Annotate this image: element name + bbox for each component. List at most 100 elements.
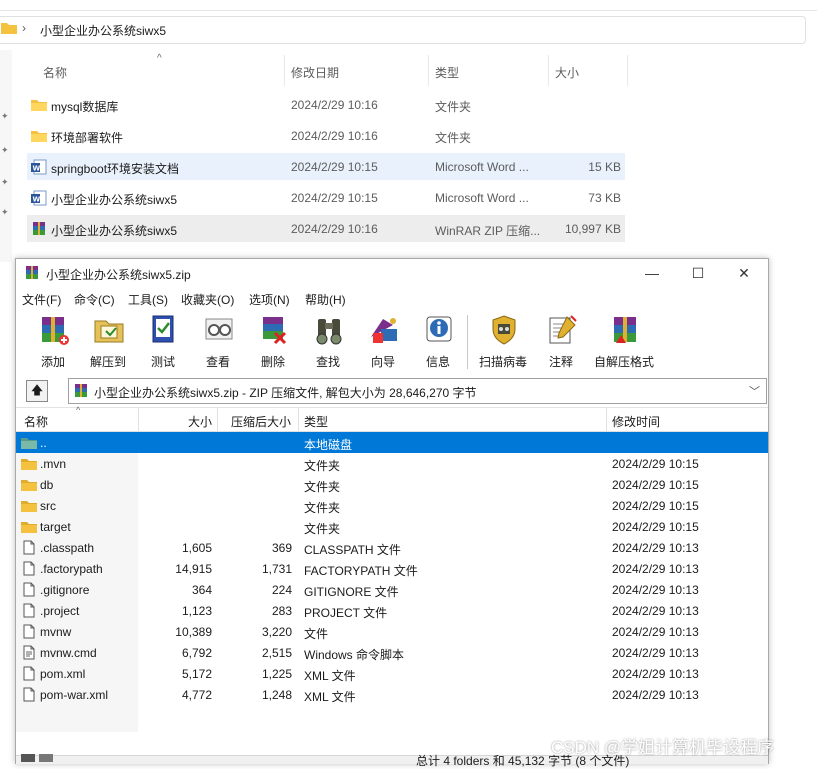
file-name: mvnw.cmd [40,646,97,660]
column-divider[interactable] [298,408,299,431]
file-name: mysql数据库 [51,100,119,114]
archive-path-combo[interactable]: 小型企业办公系统siwx5.zip - ZIP 压缩文件, 解包大小为 28,6… [68,378,767,404]
list-row[interactable]: .. 本地磁盘 [16,432,768,453]
add-button[interactable]: 添加 [27,311,79,373]
file-type: 文件夹 [304,459,341,473]
folder-icon [1,23,17,34]
file-type: 文件夹 [435,100,472,114]
sfx-button[interactable]: 自解压格式 [594,311,654,373]
delete-button[interactable]: 删除 [247,311,299,373]
column-name[interactable]: 名称 [24,413,48,430]
column-divider[interactable] [428,55,429,86]
file-icon [23,624,35,639]
file-size: 4,772 [181,688,212,702]
list-row[interactable]: mvnw.cmd 6,792 2,515 Windows 命令脚本 2024/2/29 … [16,642,768,663]
file-name: .factorypath [40,562,103,576]
menu-favorites[interactable]: 收藏夹(O) [181,291,234,308]
virus-scan-button[interactable]: 扫描病毒 [477,311,529,373]
list-row[interactable]: .classpath 1,605 369 CLASSPATH 文件 2024/2/29 … [16,537,768,558]
file-icon [23,687,35,702]
extract-to-button[interactable]: 解压到 [82,311,134,373]
view-button[interactable]: 查看 [192,311,244,373]
list-row[interactable]: pom.xml 5,172 1,225 XML 文件 2024/2/29 10:13 [16,663,768,684]
column-name[interactable]: 名称 [43,64,67,81]
menu-file[interactable]: 文件(F) [22,291,61,308]
modified-time: 2024/2/29 10:15 [612,457,699,471]
menu-tools[interactable]: 工具(S) [128,291,168,308]
navigation-pane: ✦ ✦ ✦ ✦ [0,50,12,262]
address-bar[interactable]: › 小型企业办公系统siwx5 [0,16,806,44]
close-button[interactable]: ✕ [721,259,767,287]
explorer-row[interactable]: 小型企业办公系统siwx5 2024/2/29 10:16 WinRAR ZIP… [27,215,625,242]
svg-text:W: W [33,165,41,173]
modified-time: 2024/2/29 10:13 [612,604,699,618]
explorer-row[interactable]: W springboot环境安装文档 2024/2/29 10:15 Micro… [27,153,625,180]
file-name: target [40,520,71,534]
file-size: 10,389 [175,625,212,639]
list-row[interactable]: mvnw 10,389 3,220 文件 2024/2/29 10:13 [16,621,768,642]
packed-size: 224 [271,583,292,597]
column-modified[interactable]: 修改时间 [612,413,660,430]
explorer-row[interactable]: 环境部署软件 2024/2/29 10:16 文件夹 [27,122,625,149]
arrow-up-icon: 🡅 [30,383,44,397]
file-name: mvnw [40,625,72,639]
chevron-down-icon[interactable]: ﹀ [749,383,760,399]
find-button[interactable]: 查找 [302,311,354,373]
word-doc-icon: W [31,190,47,206]
list-row[interactable]: .factorypath 14,915 1,731 FACTORYPATH 文件 202… [16,558,768,579]
info-button[interactable]: 信息 [412,311,464,373]
column-packed[interactable]: 压缩后大小 [231,413,291,430]
modified-time: 2024/2/29 10:15 [612,499,699,513]
file-name: pom-war.xml [40,688,109,702]
file-type: 文件夹 [304,522,341,536]
column-divider[interactable] [627,55,628,86]
watermark: CSDN @学姐计算机毕设程序 [551,738,775,757]
window-title: 小型企业办公系统siwx5.zip [46,268,191,282]
title-bar[interactable]: 小型企业办公系统siwx5.zip — ☐ ✕ [16,259,768,287]
file-name: src [40,499,56,513]
column-divider[interactable] [548,55,549,86]
column-date[interactable]: 修改日期 [291,64,339,81]
menu-commands[interactable]: 命令(C) [74,291,115,308]
column-size[interactable]: 大小 [188,413,212,430]
archive-file-list: ^ 名称 大小 压缩后大小 类型 修改时间 .. 本地磁盘 .mvn 文件夹 2024/… [16,405,768,756]
file-name: .mvn [40,457,67,471]
list-row[interactable]: .mvn 文件夹 2024/2/29 10:15 [16,453,768,474]
list-row[interactable]: src 文件夹 2024/2/29 10:15 [16,495,768,516]
file-type: Microsoft Word ... [435,191,529,205]
list-row[interactable]: .gitignore 364 224 GITIGNORE 文件 2024/2/29 10… [16,579,768,600]
explorer-row[interactable]: W 小型企业办公系统siwx5 2024/2/29 10:15 Microsof… [27,184,625,211]
script-file-icon [23,645,35,660]
minimize-button[interactable]: — [629,259,675,287]
maximize-button[interactable]: ☐ [675,259,721,287]
column-divider[interactable] [284,55,285,86]
file-type: XML 文件 [304,669,356,683]
packed-size: 1,731 [261,562,292,576]
column-divider[interactable] [606,408,607,431]
wizard-button[interactable]: 向导 [357,311,409,373]
word-doc-icon: W [31,159,47,175]
file-icon [23,582,35,597]
list-row[interactable]: .project 1,123 283 PROJECT 文件 2024/2/29 10:1… [16,600,768,621]
file-name: db [40,478,54,492]
test-button[interactable]: 测试 [137,311,189,373]
column-type[interactable]: 类型 [435,64,459,81]
column-size[interactable]: 大小 [555,64,579,81]
list-row[interactable]: db 文件夹 2024/2/29 10:15 [16,474,768,495]
menu-help[interactable]: 帮助(H) [305,291,346,308]
breadcrumb[interactable]: 小型企业办公系统siwx5 [40,22,166,39]
up-one-level-button[interactable]: 🡅 [26,380,48,402]
list-row[interactable]: target 文件夹 2024/2/29 10:15 [16,516,768,537]
file-icon [23,603,35,618]
column-type[interactable]: 类型 [304,413,328,430]
file-type: PROJECT 文件 [304,606,388,620]
explorer-row[interactable]: mysql数据库 2024/2/29 10:16 文件夹 [27,91,625,118]
comment-icon [549,315,577,344]
column-divider[interactable] [138,408,139,431]
column-divider[interactable] [217,408,218,431]
list-row[interactable]: pom-war.xml 4,772 1,248 XML 文件 2024/2/29 10:… [16,684,768,705]
folder-icon [31,131,47,142]
comment-button[interactable]: 注释 [535,311,587,373]
modified-time: 2024/2/29 10:13 [612,541,699,555]
menu-options[interactable]: 选项(N) [249,291,290,308]
